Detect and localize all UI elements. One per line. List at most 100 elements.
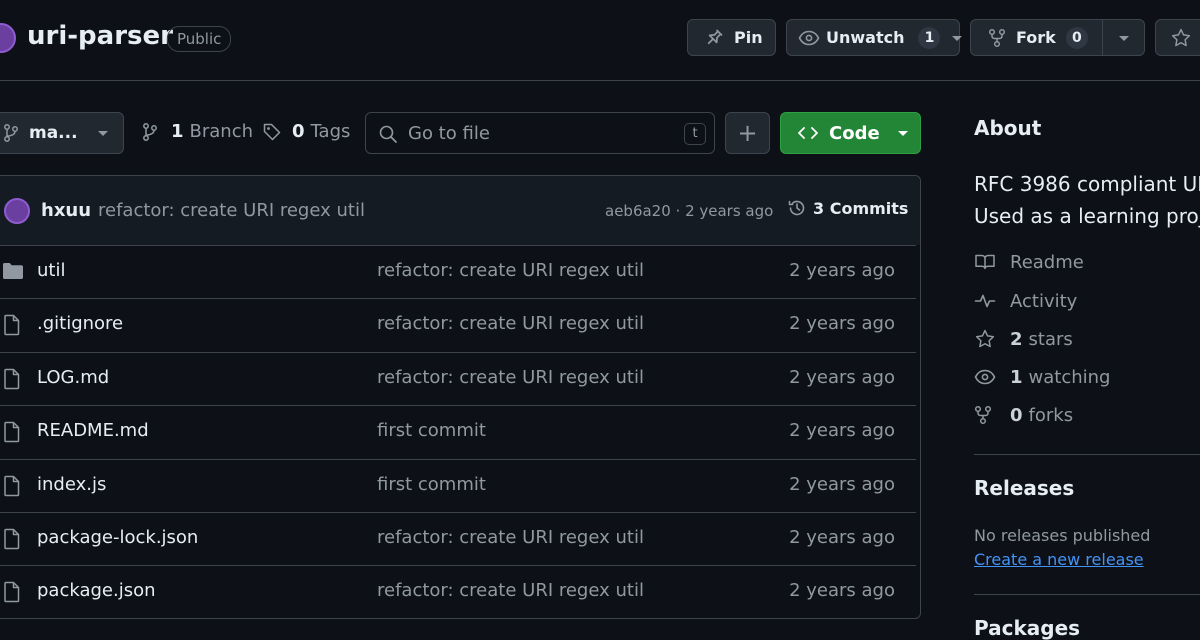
file-commit-message[interactable]: refactor: create URI regex util (377, 580, 644, 601)
file-icon (2, 314, 22, 336)
tags-count: 0 (292, 121, 305, 142)
go-to-file-input[interactable]: Go to file t (365, 112, 715, 154)
file-commit-date: 2 years ago (789, 527, 895, 548)
book-icon (974, 252, 996, 272)
activity-link[interactable]: Activity (974, 289, 1077, 313)
stars-link[interactable]: 2 stars (974, 327, 1073, 351)
file-name[interactable]: package-lock.json (37, 527, 198, 548)
branches-link[interactable]: 1 Branch (142, 121, 253, 142)
add-file-button[interactable]: + (725, 112, 770, 154)
file-row[interactable]: README.md first commit 2 years ago (0, 405, 916, 458)
description-line-1: RFC 3986 compliant URI (974, 172, 1200, 196)
file-row[interactable]: index.js first commit 2 years ago (0, 458, 916, 512)
repo-name[interactable]: uri-parser (27, 21, 173, 51)
readme-label: Readme (1010, 251, 1084, 273)
create-release-link[interactable]: Create a new release (974, 550, 1144, 569)
watching-count: 1 (1010, 366, 1023, 388)
chevron-down-icon[interactable] (1117, 33, 1131, 43)
file-icon (2, 368, 22, 390)
file-commit-date: 2 years ago (789, 366, 895, 388)
file-commit-message[interactable]: first commit (377, 474, 486, 495)
branches-count: 1 (171, 121, 184, 142)
file-row[interactable]: package.json refactor: create URI regex u… (0, 565, 916, 618)
fork-button[interactable]: Fork 0 (970, 19, 1145, 56)
star-button[interactable] (1155, 19, 1200, 56)
chevron-down-icon[interactable] (950, 33, 964, 43)
branch-icon (3, 123, 19, 143)
header-divider (0, 80, 1200, 81)
code-icon (797, 125, 819, 141)
star-icon (1170, 27, 1192, 49)
tags-link[interactable]: 0 Tags (262, 121, 350, 142)
history-icon (787, 198, 807, 218)
forks-link[interactable]: 0 forks (974, 403, 1073, 427)
commit-message[interactable]: refactor: create URI regex util (98, 200, 365, 221)
file-commit-message[interactable]: refactor: create URI regex util (377, 367, 644, 388)
fork-icon (974, 405, 996, 425)
stars-count: 2 (1010, 328, 1023, 350)
owner-avatar[interactable] (0, 23, 16, 53)
unwatch-button[interactable]: Unwatch 1 (786, 19, 963, 56)
commits-label: 3 Commits (813, 198, 909, 218)
watching-label: watching (1028, 366, 1111, 388)
fork-label: Fork (1016, 28, 1056, 47)
stars-label: stars (1028, 328, 1073, 350)
chevron-down-icon (96, 128, 110, 138)
description-line-2: Used as a learning proj (974, 204, 1200, 228)
file-row[interactable]: .gitignore refactor: create URI regex uti… (0, 298, 916, 351)
no-releases-text: No releases published (974, 526, 1151, 545)
fork-divider (1102, 20, 1103, 55)
forks-count: 0 (1010, 404, 1023, 426)
file-icon (2, 528, 22, 550)
commit-author[interactable]: hxuu (41, 200, 91, 221)
file-name[interactable]: .gitignore (37, 313, 123, 334)
author-avatar[interactable] (4, 198, 30, 224)
file-row[interactable]: LOG.md refactor: create URI regex util 2 y… (0, 351, 916, 405)
tags-label: Tags (310, 121, 351, 142)
shortcut-key: t (684, 123, 706, 145)
file-name[interactable]: LOG.md (37, 367, 109, 388)
file-commit-message[interactable]: refactor: create URI regex util (377, 313, 644, 334)
file-row[interactable]: util refactor: create URI regex util 2 yea… (0, 245, 916, 298)
pin-label: Pin (734, 28, 763, 47)
commit-hash-time[interactable]: aeb6a20 · 2 years ago (605, 202, 773, 220)
file-row[interactable]: package-lock.json refactor: create URI re… (0, 512, 916, 565)
chevron-down-icon (896, 128, 910, 138)
file-commit-date: 2 years ago (789, 420, 895, 442)
star-icon (974, 328, 996, 350)
search-icon (378, 124, 398, 144)
file-commit-message[interactable]: refactor: create URI regex util (377, 260, 644, 281)
fork-count: 0 (1065, 26, 1088, 49)
file-commit-date: 2 years ago (789, 580, 895, 602)
packages-title[interactable]: Packages (974, 616, 1080, 640)
file-commit-date: 2 years ago (789, 473, 895, 495)
releases-title[interactable]: Releases (974, 476, 1074, 500)
branch-icon (142, 122, 158, 142)
watching-link[interactable]: 1 watching (974, 365, 1110, 389)
unwatch-label: Unwatch (826, 28, 905, 47)
sidebar-divider (974, 454, 1200, 455)
latest-commit-bar: hxuu refactor: create URI regex util aeb… (0, 176, 920, 245)
code-button[interactable]: Code (780, 112, 921, 154)
file-commit-message[interactable]: first commit (377, 420, 486, 441)
code-label: Code (829, 122, 880, 144)
file-name[interactable]: index.js (37, 474, 106, 495)
commits-link[interactable]: 3 Commits (787, 198, 908, 218)
file-icon (2, 421, 22, 443)
readme-link[interactable]: Readme (974, 250, 1084, 274)
file-icon (2, 581, 22, 603)
file-commit-date: 2 years ago (789, 260, 895, 281)
branches-label: Branch (189, 121, 254, 142)
pin-button[interactable]: Pin (687, 19, 776, 56)
visibility-badge: Public (167, 26, 232, 52)
activity-label: Activity (1010, 290, 1078, 312)
branch-selector[interactable]: ma... (0, 112, 124, 154)
plus-icon: + (737, 119, 758, 147)
file-name[interactable]: package.json (37, 580, 156, 601)
branch-name: ma... (29, 123, 78, 143)
file-table: hxuu refactor: create URI regex util aeb… (0, 175, 921, 619)
file-commit-message[interactable]: refactor: create URI regex util (377, 527, 644, 548)
file-name[interactable]: util (37, 260, 65, 281)
file-name[interactable]: README.md (37, 420, 149, 441)
tag-icon (262, 122, 282, 142)
